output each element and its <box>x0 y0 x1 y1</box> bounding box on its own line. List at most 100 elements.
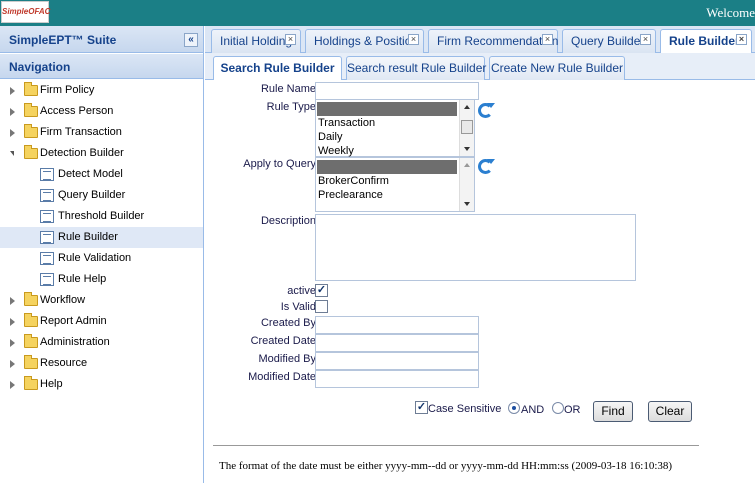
scroll-down-icon[interactable] <box>464 202 470 206</box>
expanded-arrow-icon[interactable] <box>10 151 14 156</box>
collapsed-arrow-icon[interactable] <box>10 381 15 389</box>
nav-item-report-admin[interactable]: Report Admin <box>0 311 203 332</box>
subtab-search-result-rule-builder[interactable]: Search result Rule Builder <box>346 56 486 80</box>
nav-item-detection-builder[interactable]: Detection Builder <box>0 143 203 164</box>
rule-name-label: Rule Name <box>260 83 316 95</box>
tab-rule-builder[interactable]: Rule Builder × <box>660 29 752 54</box>
close-icon[interactable]: × <box>285 34 296 45</box>
apply-to-query-listbox[interactable]: BrokerConfirm Preclearance <box>315 157 475 212</box>
nav-item-access-person[interactable]: Access Person <box>0 101 203 122</box>
query-option[interactable]: BrokerConfirm <box>316 174 474 188</box>
form-divider <box>213 445 699 446</box>
nav-item-label: Help <box>40 378 63 390</box>
nav-item-resource[interactable]: Resource <box>0 353 203 374</box>
modified-by-input[interactable] <box>315 352 479 370</box>
subtab-search-rule-builder[interactable]: Search Rule Builder <box>213 56 342 81</box>
nav-item-firm-transaction[interactable]: Firm Transaction <box>0 122 203 143</box>
folder-icon <box>24 82 38 96</box>
created-date-input[interactable] <box>315 334 479 352</box>
rule-type-option[interactable]: Transaction <box>316 116 474 130</box>
scroll-thumb[interactable] <box>461 120 473 134</box>
clear-button[interactable]: Clear <box>648 401 692 422</box>
tab-firm-recommendation[interactable]: Firm Recommendation × <box>428 29 558 53</box>
nav-item-label: Resource <box>40 357 88 369</box>
scroll-up-icon[interactable] <box>464 163 470 167</box>
modified-date-input[interactable] <box>315 370 479 388</box>
search-rule-form: Rule Name Rule Type Transaction Daily Week… <box>205 80 755 483</box>
find-button[interactable]: Find <box>593 401 633 422</box>
active-label: active <box>287 285 316 297</box>
close-icon[interactable]: × <box>640 34 651 45</box>
apply-to-query-selected-row[interactable] <box>317 160 457 174</box>
collapse-sidebar-button[interactable]: « <box>184 33 198 47</box>
nav-item-threshold-builder[interactable]: Threshold Builder <box>0 206 203 227</box>
suite-header: SimpleEPT™ Suite « <box>0 26 203 53</box>
apply-to-query-scrollbar[interactable] <box>459 158 474 211</box>
nav-item-rule-help[interactable]: Rule Help <box>0 269 203 290</box>
collapsed-arrow-icon[interactable] <box>10 108 15 116</box>
nav-item-help[interactable]: Help <box>0 374 203 395</box>
query-option[interactable]: Preclearance <box>316 188 474 202</box>
scroll-down-icon[interactable] <box>464 147 470 151</box>
description-textarea[interactable] <box>315 214 636 281</box>
collapsed-arrow-icon[interactable] <box>10 360 15 368</box>
active-checkbox[interactable]: ✓ <box>315 284 328 297</box>
tab-initial-holding[interactable]: Initial Holding × <box>211 29 301 53</box>
refresh-rule-type-icon[interactable] <box>478 103 495 118</box>
nav-item-label: Firm Transaction <box>40 126 122 138</box>
nav-item-label: Report Admin <box>40 315 107 327</box>
collapsed-arrow-icon[interactable] <box>10 129 15 137</box>
main-tab-strip: Initial Holding × Holdings & Position × Firm… <box>205 26 755 54</box>
or-radio[interactable] <box>552 402 564 414</box>
subtab-create-new-rule-builder[interactable]: Create New Rule Builder <box>489 56 625 80</box>
and-radio[interactable] <box>508 402 520 414</box>
suite-title: SimpleEPT™ Suite <box>9 33 117 47</box>
collapsed-arrow-icon[interactable] <box>10 339 15 347</box>
rule-type-option[interactable]: Weekly <box>316 144 474 158</box>
sidebar: SimpleEPT™ Suite « Navigation Firm Polic… <box>0 26 204 483</box>
case-sensitive-checkbox[interactable]: ✓ <box>415 401 428 414</box>
nav-item-rule-builder[interactable]: Rule Builder <box>0 227 203 248</box>
is-valid-checkbox[interactable] <box>315 300 328 313</box>
created-by-input[interactable] <box>315 316 479 334</box>
rule-type-selected-row[interactable] <box>317 102 457 116</box>
nav-item-detect-model[interactable]: Detect Model <box>0 164 203 185</box>
close-icon[interactable]: × <box>408 34 419 45</box>
rule-name-input[interactable] <box>315 82 479 100</box>
tab-holdings-position[interactable]: Holdings & Position × <box>305 29 424 53</box>
rule-type-option[interactable]: Daily <box>316 130 474 144</box>
refresh-query-icon[interactable] <box>478 159 495 174</box>
nav-item-rule-validation[interactable]: Rule Validation <box>0 248 203 269</box>
nav-item-label: Threshold Builder <box>58 210 145 222</box>
tab-label: Holdings & Position <box>314 34 419 48</box>
folder-icon <box>24 355 38 369</box>
nav-item-label: Rule Help <box>58 273 107 285</box>
nav-item-label: Detect Model <box>58 168 123 180</box>
tab-label: Initial Holding <box>220 34 293 48</box>
collapsed-arrow-icon[interactable] <box>10 297 15 305</box>
tab-query-builder[interactable]: Query Builder × <box>562 29 656 53</box>
collapsed-arrow-icon[interactable] <box>10 318 15 326</box>
scroll-up-icon[interactable] <box>464 105 470 109</box>
modified-date-label: Modified Date <box>248 371 316 383</box>
nav-item-firm-policy[interactable]: Firm Policy <box>0 80 203 101</box>
collapsed-arrow-icon[interactable] <box>10 87 15 95</box>
nav-item-query-builder[interactable]: Query Builder <box>0 185 203 206</box>
created-date-label: Created Date <box>250 335 316 347</box>
and-label: AND <box>521 404 545 416</box>
app-logo[interactable]: SimpleOFAC <box>1 1 50 23</box>
close-icon[interactable]: × <box>736 34 747 45</box>
nav-item-label: Detection Builder <box>40 147 124 159</box>
navigation-header: Navigation <box>0 53 203 79</box>
or-label: OR <box>564 404 581 416</box>
folder-icon <box>24 145 38 159</box>
rule-type-scrollbar[interactable] <box>459 100 474 156</box>
page-icon <box>40 252 54 265</box>
nav-item-administration[interactable]: Administration <box>0 332 203 353</box>
nav-item-label: Query Builder <box>58 189 126 201</box>
welcome-text: Welcome <box>706 5 755 20</box>
close-icon[interactable]: × <box>542 34 553 45</box>
rule-type-listbox[interactable]: Transaction Daily Weekly <box>315 99 475 157</box>
nav-item-workflow[interactable]: Workflow <box>0 290 203 311</box>
apply-to-query-label: Apply to Query <box>243 158 316 170</box>
